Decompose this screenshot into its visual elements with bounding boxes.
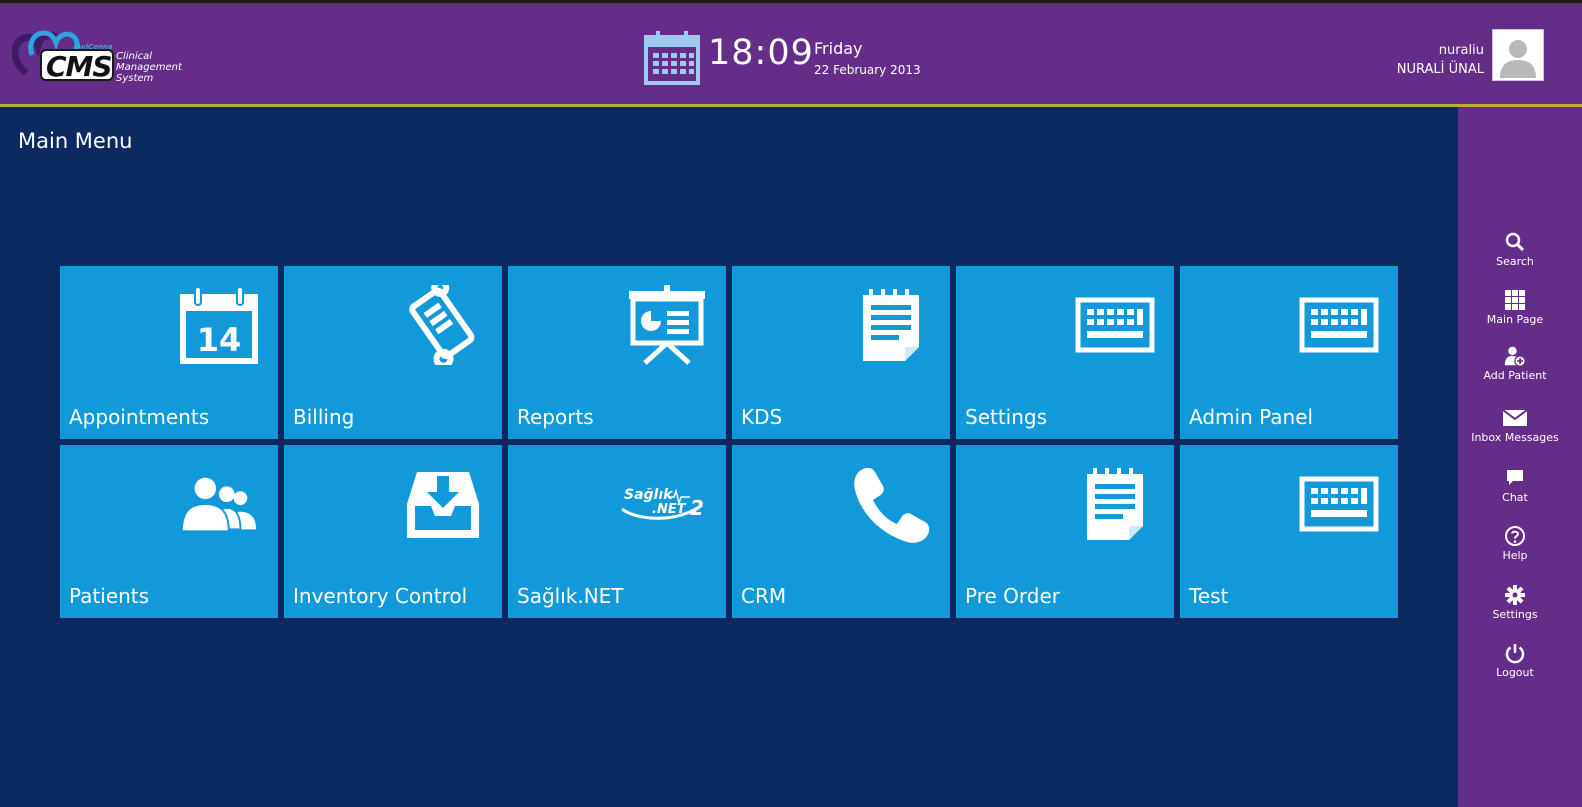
tile-label: Settings: [965, 405, 1048, 429]
svg-text:2: 2: [690, 496, 704, 520]
sidebar-item-search[interactable]: Search: [1458, 231, 1572, 268]
tile-pre-order[interactable]: Pre Order: [956, 445, 1174, 618]
tile-label: Pre Order: [965, 584, 1060, 608]
saglik-net-logo: Sağlık .NET 2: [618, 463, 708, 545]
tile-label: Reports: [517, 405, 594, 429]
tile-admin-panel[interactable]: Admin Panel: [1180, 266, 1398, 439]
svg-text:14: 14: [197, 321, 242, 359]
notepad-icon: [850, 284, 932, 366]
clock-day: Friday: [814, 39, 863, 58]
tile-label: Admin Panel: [1189, 405, 1314, 429]
tile-label: Inventory Control: [293, 584, 468, 608]
tile-appointments[interactable]: 14 Appointments: [60, 266, 278, 439]
search-icon: [1505, 232, 1525, 252]
username: nuraliu: [1438, 43, 1484, 58]
sidebar-item-settings[interactable]: Settings: [1458, 584, 1572, 621]
envelope-icon: [1502, 409, 1528, 426]
sidebar-item-add-patient[interactable]: Add Patient: [1458, 345, 1572, 382]
page-title: Main Menu: [18, 129, 133, 153]
header-accent-line: [0, 104, 1582, 107]
inbox-icon: [402, 463, 484, 545]
tile-label: CRM: [741, 584, 787, 608]
tile-test[interactable]: Test: [1180, 445, 1398, 618]
sidebar-item-help[interactable]: Help: [1458, 525, 1572, 562]
logo-text: CMS: [46, 50, 113, 83]
tile-label: Sağlık.NET: [517, 584, 624, 608]
tile-reports[interactable]: Reports: [508, 266, 726, 439]
app-logo[interactable]: AviCenna CMS Clinical Management System: [12, 25, 187, 87]
gear-icon: [1505, 585, 1525, 605]
user-silhouette-icon: [1500, 40, 1536, 78]
keyboard-icon: [1298, 284, 1380, 366]
tile-label: Test: [1189, 584, 1229, 608]
calendar-icon: 14: [178, 284, 260, 366]
add-user-icon: [1504, 346, 1526, 367]
main-menu-grid: 14 Appointments Billing Reports KDS Sett…: [60, 266, 1398, 618]
clock-time: 18:09: [708, 33, 814, 73]
notepad-icon: [1074, 463, 1156, 545]
sidebar-item-chat[interactable]: Chat: [1458, 467, 1572, 504]
clock-date: 22 February 2013: [814, 63, 921, 77]
chat-icon: [1507, 470, 1523, 485]
user-info[interactable]: nuraliu NURALİ ÜNAL: [1397, 41, 1484, 79]
sidebar-item-logout[interactable]: Logout: [1458, 642, 1572, 679]
svg-text:Sağlık: Sağlık: [624, 487, 674, 503]
power-icon: [1505, 644, 1525, 664]
tile-label: KDS: [741, 405, 783, 429]
sidebar-item-main-page[interactable]: Main Page: [1458, 289, 1572, 326]
phone-icon: [850, 463, 932, 545]
tile-crm[interactable]: CRM: [732, 445, 950, 618]
user-full-name: NURALİ ÜNAL: [1396, 62, 1484, 77]
avatar[interactable]: [1492, 29, 1544, 81]
tile-kds[interactable]: KDS: [732, 266, 950, 439]
scroll-icon: [402, 284, 484, 366]
sidebar-item-inbox-messages[interactable]: Inbox Messages: [1458, 407, 1572, 444]
presentation-icon: [626, 284, 708, 366]
right-sidebar: Search Main Page Add Patient Inbox Messa…: [1458, 107, 1582, 807]
svg-text:.NET: .NET: [652, 502, 687, 517]
users-icon: [178, 463, 260, 545]
tile-label: Billing: [293, 405, 355, 429]
logo-subtitle: Clinical Management System: [116, 51, 182, 84]
header-bar: AviCenna CMS Clinical Management System …: [0, 0, 1582, 104]
tile-saglik-net[interactable]: Sağlık .NET 2 Sağlık.NET: [508, 445, 726, 618]
grid-icon: [1505, 290, 1525, 310]
keyboard-icon: [1074, 284, 1156, 366]
keyboard-icon: [1298, 463, 1380, 545]
tile-inventory-control[interactable]: Inventory Control: [284, 445, 502, 618]
tile-billing[interactable]: Billing: [284, 266, 502, 439]
help-icon: [1505, 526, 1525, 546]
tile-patients[interactable]: Patients: [60, 445, 278, 618]
tile-label: Patients: [69, 584, 150, 608]
tile-settings[interactable]: Settings: [956, 266, 1174, 439]
tile-label: Appointments: [69, 405, 210, 429]
calendar-icon: [644, 31, 700, 85]
